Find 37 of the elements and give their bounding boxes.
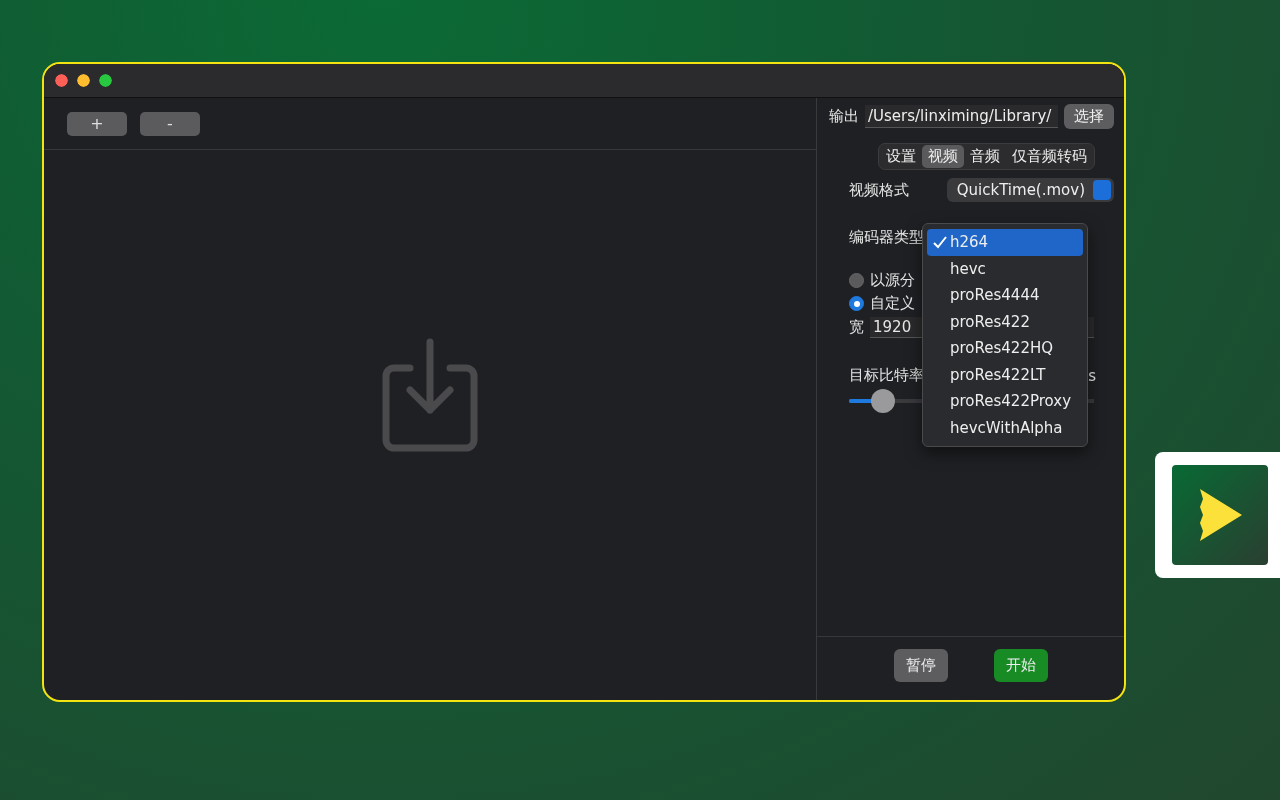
width-label: 宽 [849,318,864,337]
app-logo-icon [1172,465,1268,565]
menu-item[interactable]: proRes422Proxy [927,388,1083,415]
menu-item[interactable]: hevcWithAlpha [927,414,1083,441]
radio-button[interactable] [849,273,864,288]
checkmark-icon [932,235,950,250]
bitrate-unit: s [1088,366,1096,385]
codec-label: 编码器类型 [849,228,924,247]
radio-label: 以源分 [870,271,915,290]
menu-item[interactable]: proRes422LT [927,361,1083,388]
radio-label: 自定义 [870,294,915,313]
remove-button[interactable]: - [140,111,200,136]
add-button[interactable]: + [67,111,127,136]
format-dropdown[interactable]: QuickTime(.mov) [946,178,1114,202]
tab[interactable]: 设置 [880,145,922,168]
radio-button[interactable] [849,296,864,311]
format-label: 视频格式 [849,180,909,200]
menu-item[interactable]: hevc [927,255,1083,282]
tab[interactable]: 视频 [922,145,964,168]
pause-button[interactable]: 暂停 [893,649,948,682]
start-button[interactable]: 开始 [993,649,1048,682]
menu-item[interactable]: proRes422 [927,308,1083,335]
import-icon [382,338,478,452]
output-label: 输出 [829,107,859,126]
close-icon[interactable] [55,74,68,87]
tab[interactable]: 音频 [964,145,1006,168]
tab[interactable]: 仅音频转码 [1006,145,1093,168]
bitrate-label: 目标比特率 [849,366,924,385]
zoom-icon[interactable] [99,74,112,87]
format-value: QuickTime(.mov) [956,181,1085,199]
menu-item[interactable]: proRes422HQ [927,335,1083,362]
choose-button[interactable]: 选择 [1064,104,1114,129]
minimize-icon[interactable] [77,74,90,87]
path-field[interactable]: /Users/linximing/Library/ [865,105,1058,128]
menu-item[interactable]: proRes4444 [927,282,1083,309]
menu-item[interactable]: h264 [927,229,1083,256]
slider-thumb[interactable] [871,389,896,413]
